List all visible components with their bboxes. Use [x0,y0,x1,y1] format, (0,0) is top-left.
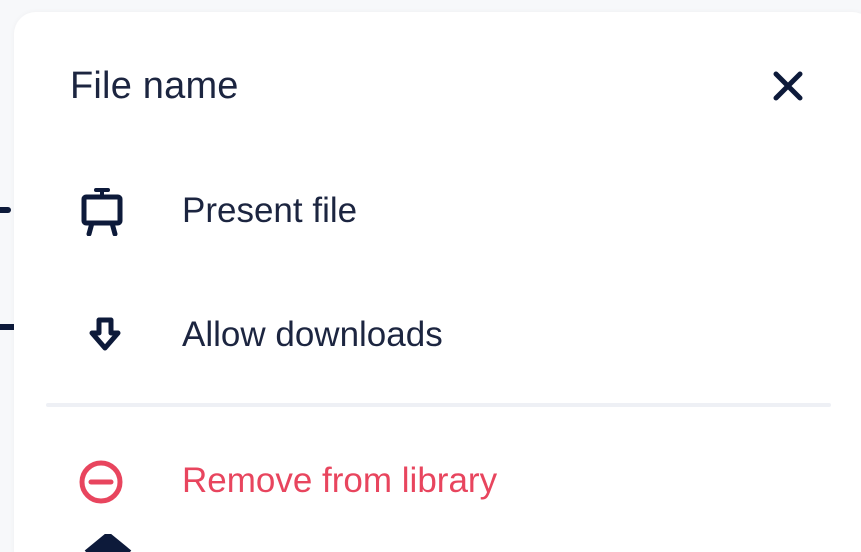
annotation-arrow-remove [84,534,132,552]
presentation-easel-icon [81,188,123,236]
menu-item-present-file[interactable]: Present file [80,186,500,236]
file-options-menu: File name Present file Allow downloads R… [14,12,861,552]
menu-divider [46,403,831,407]
screen: File name Present file Allow downloads R… [0,0,861,552]
menu-item-allow-downloads[interactable]: Allow downloads [80,308,540,358]
menu-item-label: Present file [182,191,358,230]
menu-item-remove-from-library[interactable]: Remove from library [76,456,576,506]
close-icon[interactable] [768,66,808,106]
menu-title: File name [70,65,239,107]
download-arrow-icon [89,317,121,351]
remove-circle-icon [79,460,123,504]
menu-item-label: Allow downloads [182,315,443,354]
menu-item-label: Remove from library [182,461,498,500]
